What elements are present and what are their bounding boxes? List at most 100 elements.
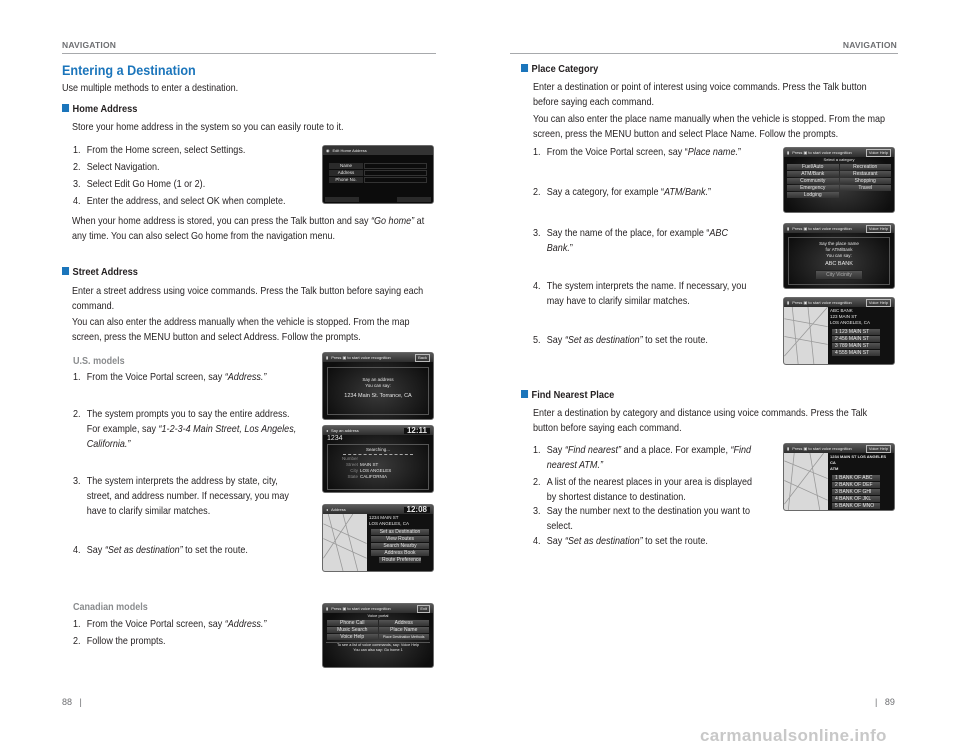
step-quote: “Address.” — [224, 371, 267, 383]
voice-help-button[interactable]: Voice Help — [865, 148, 891, 157]
map-thumbnail[interactable] — [784, 306, 828, 364]
talk-icon: ▮ — [787, 149, 790, 155]
back-button[interactable]: Back — [415, 353, 430, 362]
place-step-3: 3. Say the name of the place, for example… — [533, 226, 748, 256]
category-atm-bank[interactable]: ATM/Bank — [787, 171, 839, 177]
intro-text: Use multiple methods to enter a destinat… — [62, 82, 239, 94]
watermark: carmanualsonline.info — [700, 726, 887, 745]
step-number: 1. — [73, 371, 81, 383]
bar-text: Press ▣ to start voice recognition — [792, 149, 852, 155]
entry-field[interactable]: 1234 — [323, 435, 433, 443]
clear-button[interactable] — [325, 197, 359, 202]
map-thumbnail[interactable] — [323, 513, 367, 571]
category-shopping[interactable]: Shopping — [839, 178, 891, 184]
portal-footer: To see a list of voice commands, say: Vo… — [326, 642, 430, 653]
screen-titlebar: ▮ Press ▣ to start voice recognition Exit — [323, 604, 433, 613]
canadian-models-label: Canadian models — [73, 601, 148, 613]
location-line: 1234 MAIN ST LOS ANGELES CA — [830, 454, 887, 465]
step-text: ” — [737, 146, 741, 158]
portal-options: Phone Call Address Music Search Place Na… — [323, 619, 433, 641]
category-fuel-auto[interactable]: Fuel/Auto — [787, 164, 839, 170]
step-number: 2. — [73, 161, 81, 173]
option-music-search[interactable]: Music Search — [327, 627, 378, 633]
voice-help-button[interactable]: Voice Help — [865, 298, 891, 307]
option-destination-methods[interactable]: Place Destination Methods — [378, 634, 429, 640]
screen-searching: ◂ Say an address 12:11 1234 Searching... N… — [322, 425, 434, 493]
note-quote: “Go home” — [370, 215, 415, 227]
step-text: Say — [546, 444, 565, 456]
home-desc: Store your home address in the system so… — [72, 121, 344, 133]
ca-step-2: 2. Follow the prompts. — [73, 634, 314, 649]
page-number-right: | 89 — [875, 697, 895, 707]
option-place-name[interactable]: Place Name — [378, 627, 429, 633]
bullet-square-icon — [521, 64, 529, 72]
option-address[interactable]: Address — [378, 620, 429, 626]
category-community[interactable]: Community — [787, 178, 839, 184]
step-quote: “Set as destination” — [564, 334, 643, 346]
row-value: CALIFORNIA — [360, 474, 388, 479]
option-voice-help[interactable]: Voice Help — [327, 634, 378, 640]
category-grid: Fuel/Auto Recreation ATM/Bank Restaurant… — [784, 163, 894, 199]
set-as-destination-button[interactable]: Set as Destination — [371, 529, 429, 535]
ok-button[interactable] — [397, 197, 431, 202]
result-item[interactable]: 2 456 MAIN ST — [832, 336, 880, 342]
category-emergency[interactable]: Emergency — [787, 185, 839, 191]
heading-text: Street Address — [72, 266, 138, 278]
step-number: 2. — [533, 476, 541, 488]
step-text: From the Voice Portal screen, say — [86, 371, 225, 383]
screen-titlebar: ▮ Press ▣ to start voice recognition Voice… — [784, 444, 894, 453]
screen-voice-portal: ▮ Press ▣ to start voice recognition Exit … — [322, 603, 434, 668]
map-thumbnail[interactable] — [784, 452, 828, 510]
screen-titlebar: ◉ Edit Home Address — [323, 146, 433, 155]
us-step-1: 1. From the Voice Portal screen, say “Add… — [73, 370, 314, 385]
category-travel[interactable]: Travel — [839, 185, 891, 191]
category-lodging[interactable]: Lodging — [787, 192, 839, 198]
field-phone[interactable]: Phone No. — [329, 177, 363, 183]
nearest-item[interactable]: 1 BANK OF ABC — [832, 475, 880, 481]
voice-help-button[interactable]: Voice Help — [865, 444, 891, 453]
step-text: The system interprets the name. If neces… — [546, 280, 747, 307]
bar-text: Press ▣ to start voice recognition — [792, 445, 852, 451]
page-number: 88 — [62, 697, 73, 707]
result-item[interactable]: 4 555 MAIN ST — [832, 350, 880, 356]
place-p1: Enter a destination or point of interest… — [533, 81, 867, 108]
nearest-item[interactable]: 5 BANK OF MNO — [832, 503, 880, 509]
prompt-line: You can say: — [826, 253, 852, 258]
nearest-item[interactable]: 4 BANK OF JKL — [832, 496, 880, 502]
nearest-step-4: 4. Say “Set as destination” to set the ro… — [533, 534, 782, 549]
category-recreation[interactable]: Recreation — [839, 164, 891, 170]
screen-title: Say an address — [331, 427, 359, 433]
screen-address-result: ◂ Address 12:08 1234 MAIN ST LOS ANGELES, … — [322, 504, 434, 572]
prompt-box: Say an address You can say: 1234 Main St… — [327, 367, 429, 415]
result-item[interactable]: 3 789 MAIN ST — [832, 343, 880, 349]
result-item[interactable]: 1 123 MAIN ST — [832, 329, 880, 335]
search-nearby-button[interactable]: Search Nearby — [371, 543, 429, 549]
step-number: 1. — [533, 146, 541, 158]
field-name[interactable]: Name — [329, 163, 363, 169]
screen-title: Edit Home Address — [332, 147, 367, 153]
bullet-square-icon — [62, 267, 70, 275]
option-phone-call[interactable]: Phone Call — [327, 620, 378, 626]
bullet-square-icon — [62, 104, 70, 112]
step-number: 1. — [73, 618, 81, 630]
voice-help-button[interactable]: Voice Help — [865, 224, 891, 233]
screen-titlebar: ◂ Address 12:08 — [323, 505, 433, 514]
nearest-item[interactable]: 3 BANK OF GHI — [832, 489, 880, 495]
city-vicinity-button[interactable]: City Vicinity — [815, 270, 863, 280]
address-book-button[interactable]: Address Book — [371, 550, 429, 556]
route-preference-button[interactable]: Route Preference — [379, 557, 421, 563]
footer-line: You can also say: Go home 1 — [353, 648, 403, 652]
step-text: Enter the address, and select OK when co… — [86, 195, 286, 207]
category-restaurant[interactable]: Restaurant — [839, 171, 891, 177]
section-header-left: NAVIGATION — [62, 40, 117, 50]
place-p2: You can also enter the place name manual… — [533, 113, 886, 140]
step-text: The system interprets the address by sta… — [86, 475, 289, 517]
nearest-item[interactable]: 2 BANK OF DEF — [832, 482, 880, 488]
field-address[interactable]: Address — [329, 170, 363, 176]
view-routes-button[interactable]: View Routes — [371, 536, 429, 542]
step-text: Say — [546, 535, 565, 547]
screen-select-category: ▮ Press ▣ to start voice recognition Voice… — [783, 147, 895, 213]
step-text: Say — [546, 334, 565, 346]
screen-place-results: ▮ Press ▣ to start voice recognition Voice… — [783, 297, 895, 365]
exit-button[interactable]: Exit — [417, 604, 430, 613]
